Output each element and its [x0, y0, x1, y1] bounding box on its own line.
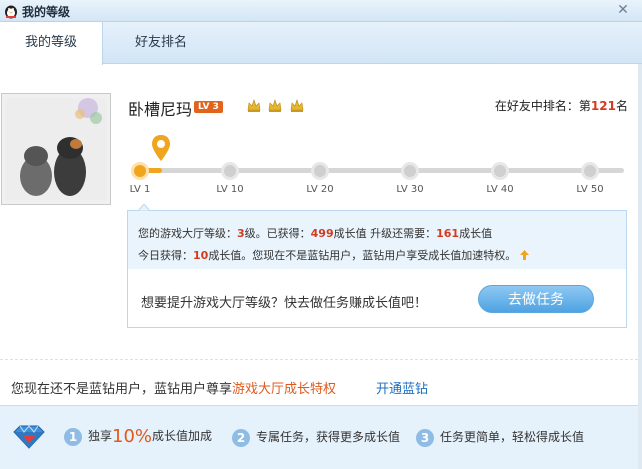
benefit-item: 1 独享10%成长值加成	[64, 426, 212, 447]
divider	[0, 359, 638, 360]
level-label: LV 1	[129, 184, 151, 195]
stats-text: 成长值。您现在不是蓝钻用户，蓝钻用户享受成长值加速特权。	[208, 249, 517, 262]
stats-text: 成长值 升级还需要：	[333, 227, 437, 240]
rank-suffix: 名	[615, 99, 628, 113]
level-progress: LV 1 LV 10 LV 20 LV 30 LV 40 LV 50	[130, 162, 624, 202]
benefit-percent: 10%	[112, 426, 153, 447]
rank-prefix: 在好友中排名：第	[494, 99, 591, 113]
level-info-box: 您的游戏大厅等级：3级。已获得：499成长值 升级还需要：161成长值 今日获得…	[127, 204, 627, 328]
benefit-item: 2 专属任务，获得更多成长值	[232, 428, 400, 447]
friend-rank: 在好友中排名：第121名	[495, 97, 628, 114]
growth-privilege-link[interactable]: 游戏大厅成长特权	[232, 382, 336, 397]
benefit-text: 成长值加成	[152, 429, 213, 443]
username: 卧槽尼玛	[128, 100, 193, 119]
benefits-bar: 1 独享10%成长值加成 2 专属任务，获得更多成长值 3 任务更简单，轻松得成长值	[0, 405, 638, 469]
scrollbar[interactable]	[638, 64, 642, 469]
level-node	[581, 162, 599, 180]
crown-icon	[247, 99, 261, 112]
gained-value: 499	[310, 227, 334, 240]
stats-text: 成长值	[459, 227, 493, 240]
level-node	[221, 162, 239, 180]
window-title: 我的等级	[22, 5, 71, 19]
benefit-text: 任务更简单，轻松得成长值	[440, 430, 585, 444]
benefit-number: 3	[416, 428, 434, 447]
benefit-text: 专属任务，获得更多成长值	[256, 430, 401, 444]
notice-text: 您现在还不是蓝钻用户，蓝钻用户尊享	[11, 382, 233, 397]
callout-tip	[138, 204, 150, 211]
stats-text: 您的游戏大厅等级：	[138, 227, 237, 240]
today-value: 10	[193, 249, 209, 262]
benefit-text: 独享	[88, 429, 113, 443]
today-stats-line: 今日获得：10成长值。您现在不是蓝钻用户，蓝钻用户享受成长值加速特权。	[138, 247, 529, 263]
benefit-item: 3 任务更简单，轻松得成长值	[416, 428, 584, 447]
upgrade-prompt: 想要提升游戏大厅等级？快去做任务赚成长值吧！	[141, 296, 428, 311]
level-node	[131, 162, 149, 180]
level-label: LV 40	[486, 184, 514, 195]
open-blue-diamond-link[interactable]: 开通蓝钻	[376, 378, 428, 397]
current-level-value: 3	[237, 227, 245, 240]
title-bar: 我的等级 ✕	[0, 0, 642, 22]
app-penguin-icon	[5, 5, 17, 19]
level-label: LV 50	[576, 184, 604, 195]
level-badge: LV 3	[194, 101, 223, 113]
up-arrow-icon	[519, 250, 529, 260]
level-label: LV 10	[216, 184, 244, 195]
level-node	[491, 162, 509, 180]
crown-icon	[290, 99, 304, 112]
cats-photo-icon	[6, 98, 106, 200]
tab-bar: 我的等级 好友排名	[0, 22, 642, 65]
level-stats: 您的游戏大厅等级：3级。已获得：499成长值 升级还需要：161成长值 今日获得…	[128, 211, 626, 269]
avatar	[1, 93, 111, 205]
level-label: LV 30	[396, 184, 424, 195]
tab-friend-ranking[interactable]: 好友排名	[105, 22, 217, 64]
progress-track	[138, 168, 624, 173]
needed-value: 161	[436, 227, 460, 240]
benefit-number: 1	[64, 427, 82, 446]
avatar-image	[6, 98, 106, 200]
rank-value: 121	[590, 99, 616, 113]
stats-text: 级。已获得：	[244, 227, 311, 240]
level-label: LV 20	[306, 184, 334, 195]
crown-icon	[268, 99, 282, 112]
level-stats-line: 您的游戏大厅等级：3级。已获得：499成长值 升级还需要：161成长值	[138, 225, 492, 241]
tab-my-level[interactable]: 我的等级	[0, 22, 103, 65]
close-icon[interactable]: ✕	[614, 1, 632, 19]
blue-diamond-icon	[13, 425, 45, 449]
level-node	[311, 162, 329, 180]
location-pin-icon	[152, 135, 170, 161]
vip-notice: 您现在还不是蓝钻用户，蓝钻用户尊享游戏大厅成长特权	[11, 378, 336, 397]
benefit-number: 2	[232, 428, 250, 447]
do-tasks-button[interactable]: 去做任务	[478, 285, 594, 313]
stats-text: 今日获得：	[138, 249, 193, 262]
level-node	[401, 162, 419, 180]
